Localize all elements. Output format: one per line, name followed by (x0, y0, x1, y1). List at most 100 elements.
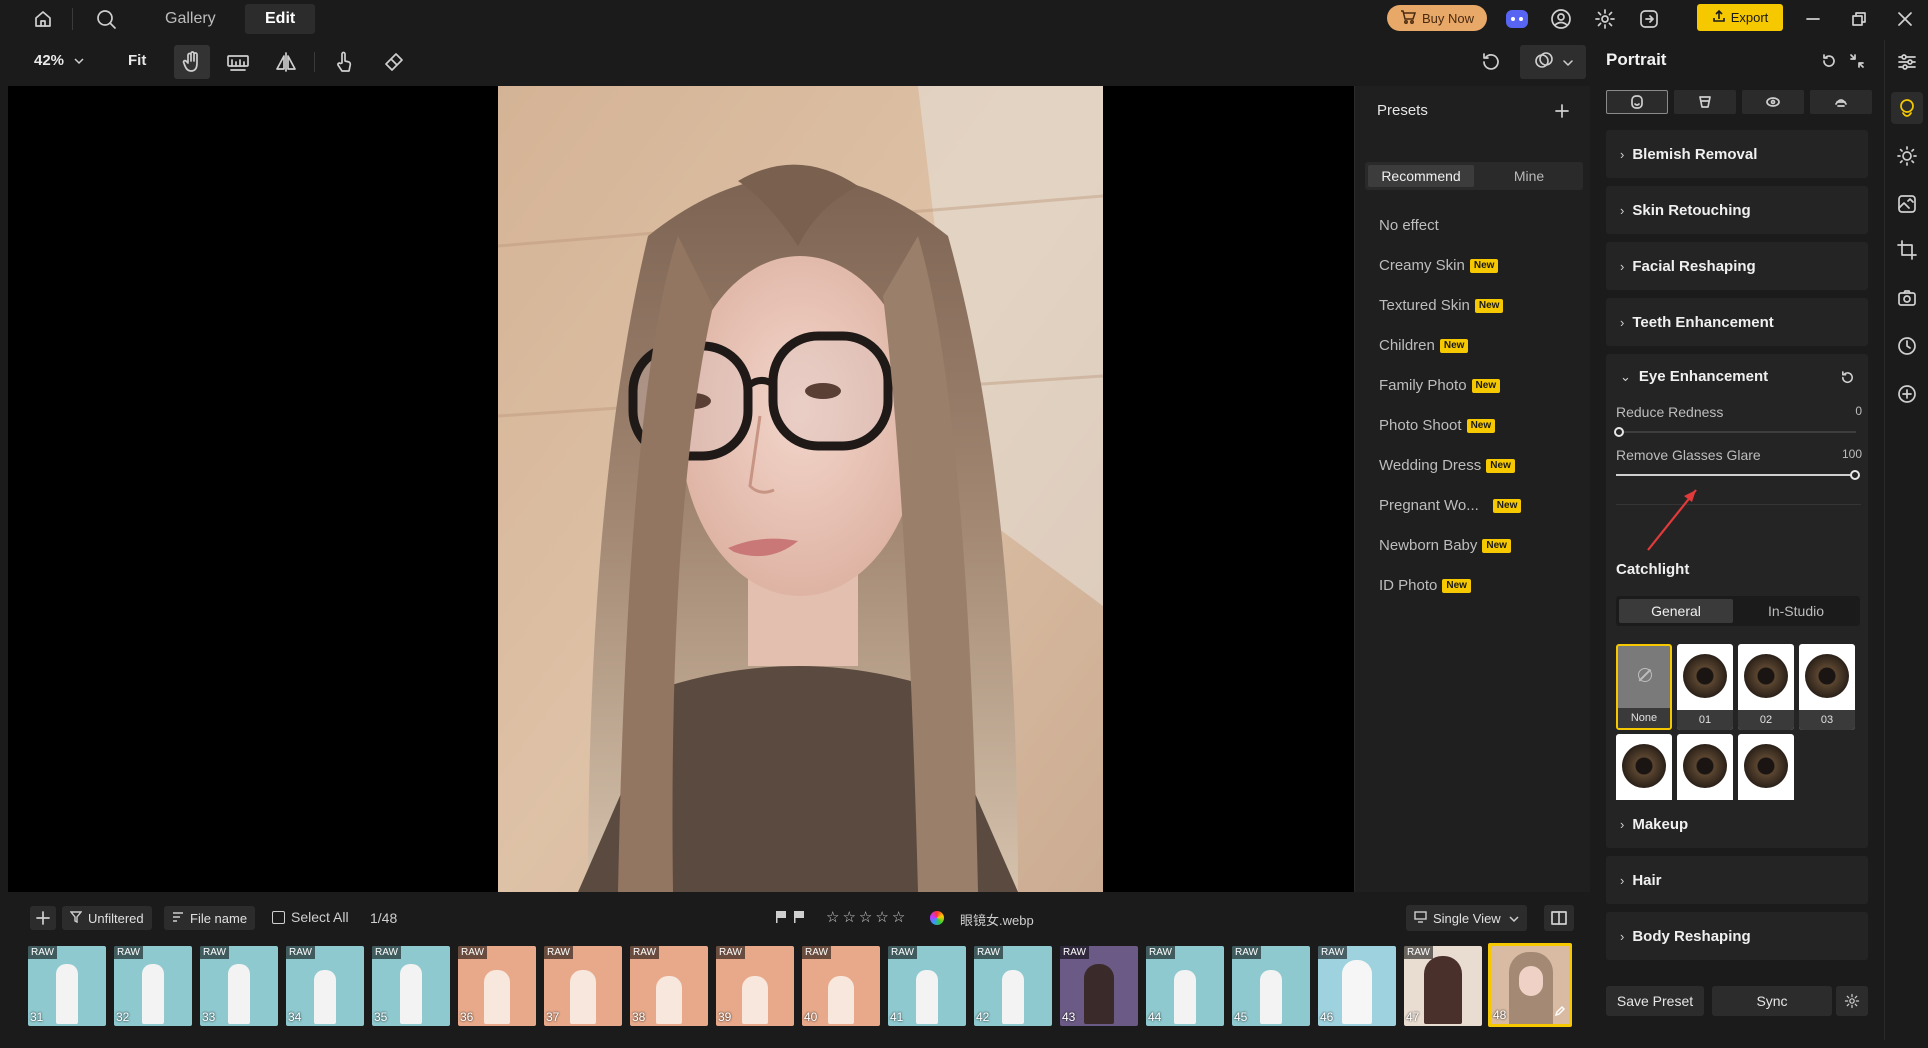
tab-recommend[interactable]: Recommend (1368, 165, 1474, 187)
section-hair[interactable]: › Hair (1606, 856, 1868, 904)
thumbnail[interactable]: RAW 40 (802, 946, 880, 1026)
eraser-icon[interactable] (378, 47, 410, 77)
preset-children[interactable]: Children New (1379, 337, 1469, 354)
preset-photo-shoot[interactable]: Photo Shoot New (1379, 417, 1496, 434)
compare-icon[interactable] (222, 47, 254, 77)
add-photo-icon[interactable] (30, 906, 56, 930)
home-icon[interactable] (30, 6, 56, 32)
reduce-redness-slider[interactable] (1616, 431, 1856, 433)
thumbnail[interactable]: RAW 42 (974, 946, 1052, 1026)
camera-icon[interactable] (1893, 284, 1921, 312)
thumbnail[interactable]: RAW 43 (1060, 946, 1138, 1026)
flip-icon[interactable] (270, 47, 302, 77)
tab-face-icon[interactable] (1606, 90, 1668, 114)
minimize-icon[interactable] (1800, 6, 1826, 32)
thumbnail[interactable]: RAW 39 (716, 946, 794, 1026)
tab-eye-icon[interactable] (1742, 90, 1804, 114)
hand-tool-icon[interactable] (174, 45, 210, 79)
star-rating[interactable]: ☆ ☆ ☆ ☆ ☆ (826, 908, 905, 926)
portrait-tool-icon[interactable] (1891, 92, 1923, 124)
adjustments-icon[interactable] (1893, 48, 1921, 76)
preset-pregnant-women[interactable]: Pregnant Wo... New (1379, 497, 1522, 514)
thumbnail[interactable]: RAW 32 (114, 946, 192, 1026)
catchlight-option-03[interactable]: 03 (1799, 644, 1855, 730)
thumbnail[interactable]: RAW 46 (1318, 946, 1396, 1026)
preset-family-photo[interactable]: Family Photo New (1379, 377, 1501, 394)
touch-tool-icon[interactable] (328, 47, 360, 77)
star-icon[interactable]: ☆ (892, 908, 905, 926)
thumbnail[interactable]: RAW 44 (1146, 946, 1224, 1026)
light-icon[interactable] (1893, 142, 1921, 170)
preset-creamy-skin[interactable]: Creamy Skin New (1379, 257, 1499, 274)
flag-reject-icon[interactable] (792, 910, 806, 928)
tab-hair-icon[interactable] (1810, 90, 1872, 114)
reset-icon[interactable] (1474, 47, 1508, 77)
search-icon[interactable] (92, 5, 120, 33)
sync-settings-icon[interactable] (1836, 986, 1868, 1016)
color-label-icon[interactable] (930, 911, 944, 925)
add-tool-icon[interactable] (1893, 380, 1921, 408)
zoom-select[interactable]: 42% (34, 52, 84, 69)
select-all-checkbox[interactable]: Select All (272, 909, 349, 925)
buy-now-button[interactable]: Buy Now (1387, 5, 1487, 31)
thumbnail[interactable]: RAW 41 (888, 946, 966, 1026)
star-icon[interactable]: ☆ (842, 908, 855, 926)
sort-button[interactable]: File name (164, 906, 256, 930)
portrait-photo[interactable] (498, 86, 1103, 892)
flag-pick-icon[interactable] (774, 910, 788, 928)
reset-icon[interactable] (1818, 50, 1840, 72)
section-body-reshaping[interactable]: › Body Reshaping (1606, 912, 1868, 960)
star-icon[interactable]: ☆ (826, 908, 839, 926)
export-button[interactable]: Export (1697, 4, 1783, 31)
preset-id-photo[interactable]: ID Photo New (1379, 577, 1471, 594)
overlay-toggle-button[interactable] (1520, 45, 1586, 79)
split-view-icon[interactable] (1544, 905, 1574, 931)
reduce-redness-handle[interactable] (1614, 427, 1624, 437)
catchlight-option-01[interactable]: 01 (1677, 644, 1733, 730)
star-icon[interactable]: ☆ (859, 908, 872, 926)
sync-button[interactable]: Sync (1712, 986, 1832, 1016)
thumbnail[interactable]: RAW 34 (286, 946, 364, 1026)
crop-icon[interactable] (1893, 236, 1921, 264)
thumbnail[interactable]: RAW 36 (458, 946, 536, 1026)
thumbnail[interactable]: RAW 38 (630, 946, 708, 1026)
thumbnail[interactable]: RAW 45 (1232, 946, 1310, 1026)
section-makeup[interactable]: › Makeup (1606, 800, 1868, 848)
thumbnail[interactable]: RAW 31 (28, 946, 106, 1026)
close-icon[interactable] (1892, 6, 1918, 32)
catchlight-option-02[interactable]: 02 (1738, 644, 1794, 730)
history-icon[interactable] (1893, 332, 1921, 360)
sign-in-icon[interactable] (1636, 6, 1662, 32)
tab-edit[interactable]: Edit (245, 4, 316, 34)
star-icon[interactable]: ☆ (875, 908, 888, 926)
reset-icon[interactable] (1836, 366, 1858, 388)
save-preset-button[interactable]: Save Preset (1606, 986, 1704, 1016)
catchlight-option-none[interactable]: None (1616, 644, 1672, 730)
tab-mine[interactable]: Mine (1477, 165, 1581, 187)
restore-icon[interactable] (1846, 6, 1872, 32)
gear-icon[interactable] (1592, 6, 1618, 32)
section-teeth-enhancement[interactable]: › Teeth Enhancement (1606, 298, 1868, 346)
section-blemish-removal[interactable]: › Blemish Removal (1606, 130, 1868, 178)
user-icon[interactable] (1548, 6, 1574, 32)
preset-newborn-baby[interactable]: Newborn Baby New (1379, 537, 1511, 554)
section-facial-reshaping[interactable]: › Facial Reshaping (1606, 242, 1868, 290)
thumbnail-selected[interactable]: 48 (1488, 943, 1572, 1027)
discord-icon[interactable] (1504, 7, 1530, 31)
fit-button[interactable]: Fit (128, 52, 146, 69)
remove-glasses-glare-handle[interactable] (1850, 470, 1860, 480)
filter-button[interactable]: Unfiltered (62, 906, 152, 930)
section-skin-retouching[interactable]: › Skin Retouching (1606, 186, 1868, 234)
thumbnail[interactable]: RAW 35 (372, 946, 450, 1026)
add-preset-icon[interactable] (1551, 100, 1573, 122)
thumbnail[interactable]: RAW 37 (544, 946, 622, 1026)
thumbnail[interactable]: RAW 33 (200, 946, 278, 1026)
preset-wedding-dress[interactable]: Wedding Dress New (1379, 457, 1515, 474)
collapse-icon[interactable] (1846, 50, 1868, 72)
thumbnail[interactable]: RAW 47 (1404, 946, 1482, 1026)
tab-in-studio[interactable]: In-Studio (1736, 599, 1856, 623)
view-mode-select[interactable]: Single View (1406, 905, 1527, 931)
tab-general[interactable]: General (1619, 599, 1733, 623)
eye-enhancement-header[interactable]: ⌄ Eye Enhancement (1620, 368, 1768, 385)
preset-no-effect[interactable]: No effect (1379, 217, 1439, 234)
